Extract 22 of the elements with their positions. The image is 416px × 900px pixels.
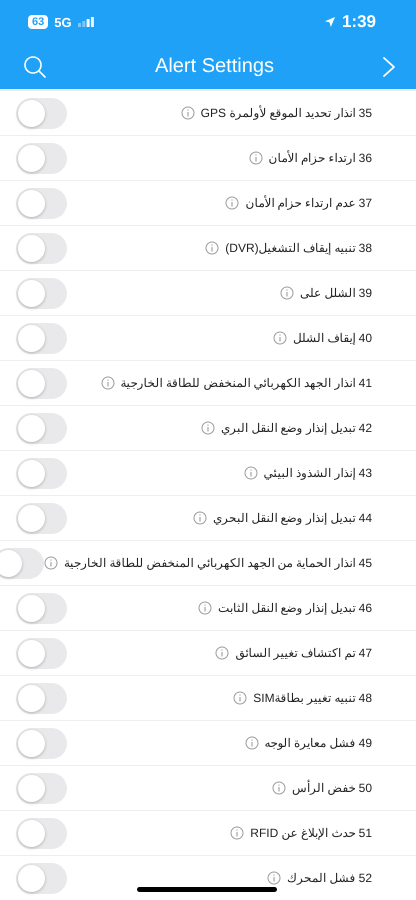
alert-label: 40 إيقاف الشلل bbox=[292, 331, 372, 345]
header-title: Alert Settings bbox=[155, 55, 274, 78]
alert-label: 45 انذار الحماية من الجهد الكهربائي المنخفض للطاقة الخارجية bbox=[64, 556, 372, 570]
alert-label: 43 إنذار الشذوذ البيئي bbox=[264, 466, 372, 480]
alert-label: 41 انذار الجهد الكهربائي المنخفض للطاقة الخارجية bbox=[120, 376, 372, 390]
alert-label: 37 عدم ارتداء حزام الأمان bbox=[245, 196, 372, 210]
alert-label: 42 تبديل إنذار وضع النقل البري bbox=[220, 421, 372, 435]
alert-label: 52 فشل المحرك bbox=[286, 871, 372, 885]
battery-level: 63 bbox=[28, 15, 48, 29]
alert-label: 38 تنبيه إيقاف التشغيل(DVR) bbox=[225, 241, 372, 255]
alert-label: 35 انذار تحديد الموقع لأولمرة GPS bbox=[200, 106, 372, 120]
alert-label: 51 حدث الإبلاغ عن RFID bbox=[250, 826, 372, 840]
alert-label: 36 ارتداء حزام الأمان bbox=[268, 151, 372, 165]
network-type: 5G bbox=[54, 14, 72, 30]
alert-label: 48 تنبيه تغيير بطاقةSIM bbox=[253, 691, 372, 705]
alert-label: 49 فشل معايرة الوجه bbox=[264, 736, 372, 750]
status-time: 1:39 bbox=[342, 12, 376, 32]
alert-label: 44 تبديل إنذار وضع النقل البحري bbox=[212, 511, 372, 525]
alert-label: 46 تبديل إنذار وضع النقل الثابت bbox=[218, 601, 372, 615]
alert-label: 47 تم اكتشاف تغيير السائق bbox=[235, 646, 372, 660]
alert-label: 39 الشلل على bbox=[300, 286, 372, 300]
alert-label: 50 خفض الرأس bbox=[292, 781, 372, 795]
